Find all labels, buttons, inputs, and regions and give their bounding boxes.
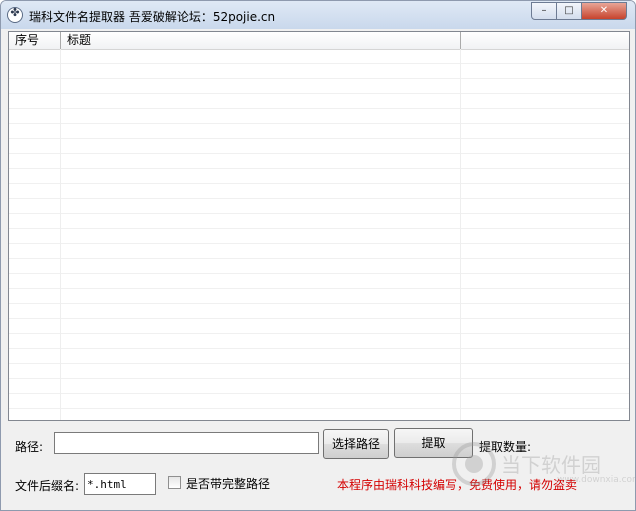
window-title: 瑞科文件名提取器 吾爱破解论坛：52pojie.cn	[29, 10, 276, 24]
file-list-view[interactable]: 序号 标题	[8, 31, 630, 421]
column-header-number[interactable]: 序号	[9, 32, 61, 49]
full-path-checkbox-label[interactable]: 是否带完整路径	[186, 475, 270, 492]
extract-button[interactable]: 提取	[394, 428, 473, 458]
column-header-title[interactable]: 标题	[61, 32, 461, 49]
title-bar[interactable]: ✤ 瑞科文件名提取器 吾爱破解论坛：52pojie.cn – □ ✕	[1, 1, 635, 29]
extract-count-label: 提取数量:	[479, 440, 532, 454]
list-body[interactable]	[9, 49, 629, 420]
app-window: ✤ 瑞科文件名提取器 吾爱破解论坛：52pojie.cn – □ ✕ 序号 标题…	[0, 0, 636, 511]
full-path-checkbox[interactable]	[168, 476, 181, 489]
copyright-notice: 本程序由瑞科科技编写，免费使用，请勿盗卖	[337, 478, 578, 492]
minimize-icon: –	[541, 5, 547, 16]
list-header: 序号 标题	[9, 32, 629, 50]
maximize-icon: □	[564, 5, 574, 16]
maximize-button[interactable]: □	[556, 2, 582, 20]
close-button[interactable]: ✕	[581, 2, 627, 20]
minimize-button[interactable]: –	[531, 2, 557, 20]
path-label: 路径:	[15, 440, 44, 454]
close-icon: ✕	[599, 5, 609, 16]
extension-input[interactable]	[84, 473, 156, 495]
extension-label: 文件后缀名:	[15, 479, 80, 493]
select-path-button[interactable]: 选择路径	[323, 429, 389, 459]
path-input[interactable]	[54, 432, 319, 454]
app-logo-icon: ✤	[7, 6, 23, 23]
